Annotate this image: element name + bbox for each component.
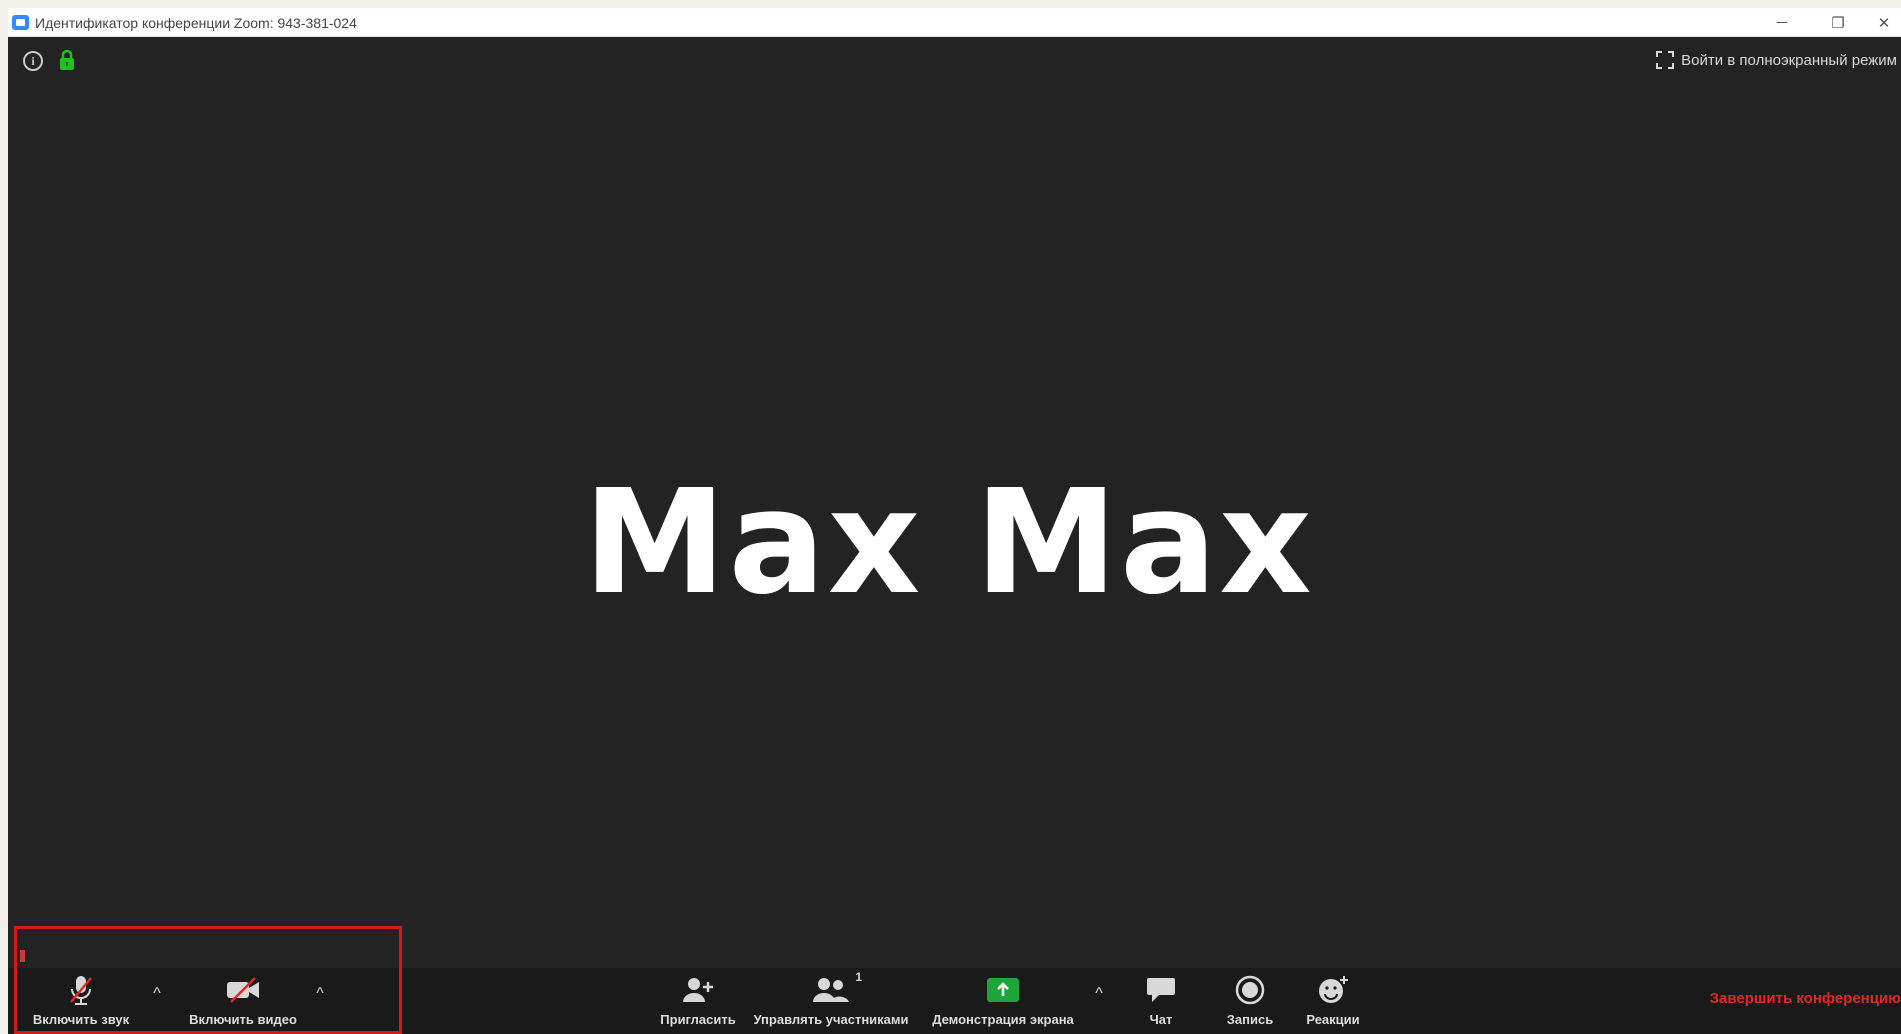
manage-participants-button[interactable]: 1 Управлять участниками	[746, 970, 916, 1032]
participants-icon	[813, 978, 849, 1002]
restore-button[interactable]: ❐	[1815, 8, 1861, 37]
fullscreen-icon	[1656, 51, 1675, 69]
add-person-icon	[683, 978, 713, 1002]
manage-participants-label: Управлять участниками	[753, 1012, 909, 1027]
annotation-mark	[20, 950, 25, 962]
unmute-button[interactable]: Включить звук	[16, 972, 146, 1032]
record-label: Запись	[1226, 1012, 1274, 1027]
zoom-logo-icon	[12, 15, 29, 30]
minimize-button[interactable]: ─	[1759, 8, 1805, 37]
invite-label: Пригласить	[660, 1012, 736, 1027]
participants-count-badge: 1	[855, 970, 862, 984]
unmute-label: Включить звук	[32, 1012, 130, 1027]
share-options-chevron-icon[interactable]: ^	[1089, 984, 1109, 1004]
video-stage: i Войти в полноэкранный режим Max Max	[8, 38, 1901, 974]
reactions-label: Реакции	[1306, 1012, 1360, 1027]
audio-options-chevron-icon[interactable]: ^	[147, 984, 167, 1004]
start-video-button[interactable]: Включить видео	[173, 972, 313, 1032]
meeting-toolbar: Включить звук ^ Включить видео ^ Приглас…	[8, 968, 1901, 1034]
share-screen-icon	[987, 978, 1019, 1002]
start-video-label: Включить видео	[189, 1012, 297, 1027]
record-button[interactable]: Запись	[1218, 972, 1282, 1032]
chat-bubble-icon	[1147, 978, 1175, 1002]
zoom-window: Идентификатор конференции Zoom: 943-381-…	[8, 8, 1901, 1034]
share-screen-label: Демонстрация экрана	[932, 1012, 1074, 1027]
chat-button[interactable]: Чат	[1136, 972, 1186, 1032]
microphone-muted-icon	[70, 976, 92, 1005]
camera-off-icon	[227, 977, 259, 1003]
reactions-smiley-icon	[1319, 976, 1348, 1003]
share-screen-button[interactable]: Демонстрация экрана	[923, 972, 1083, 1032]
enter-fullscreen-button[interactable]: Войти в полноэкранный режим	[1655, 48, 1901, 72]
record-icon	[1235, 975, 1265, 1005]
chat-label: Чат	[1149, 1012, 1173, 1027]
lock-icon[interactable]	[59, 49, 75, 71]
meeting-info-icon[interactable]: i	[23, 51, 43, 71]
window-title: Идентификатор конференции Zoom: 943-381-…	[35, 15, 357, 31]
participant-name: Max Max	[583, 458, 1314, 626]
close-button[interactable]: ✕	[1861, 8, 1901, 37]
video-options-chevron-icon[interactable]: ^	[310, 984, 330, 1004]
reactions-button[interactable]: Реакции	[1298, 972, 1368, 1032]
end-meeting-button[interactable]: Завершить конференцию	[1710, 990, 1901, 1007]
title-bar: Идентификатор конференции Zoom: 943-381-…	[8, 8, 1901, 37]
fullscreen-label: Войти в полноэкранный режим	[1681, 51, 1897, 69]
invite-button[interactable]: Пригласить	[653, 972, 743, 1032]
